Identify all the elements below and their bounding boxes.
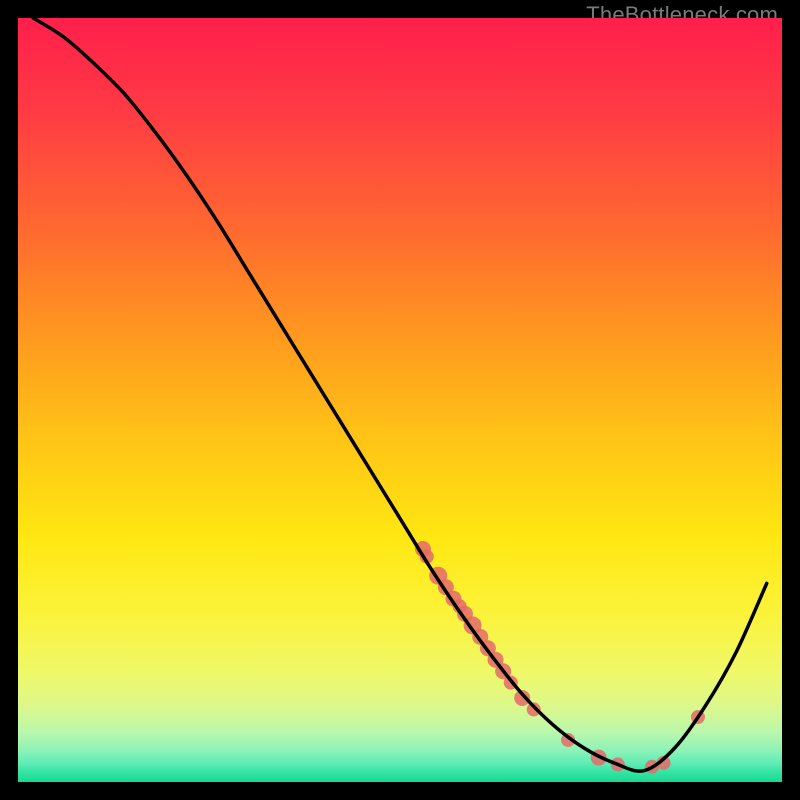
chart-frame — [18, 18, 782, 782]
gradient-background — [18, 18, 782, 782]
bottleneck-chart — [18, 18, 782, 782]
